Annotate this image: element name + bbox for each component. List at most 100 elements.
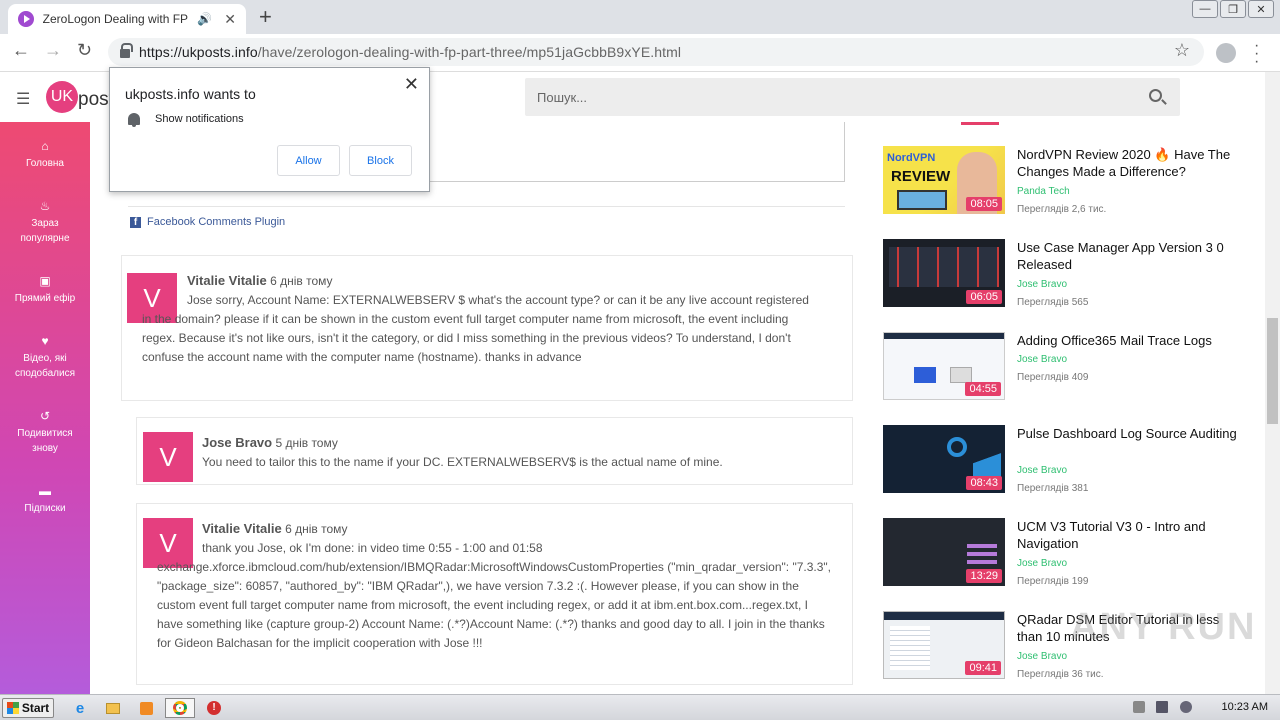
- video-title[interactable]: Adding Office365 Mail Trace Logs: [1017, 332, 1237, 349]
- close-window-button[interactable]: ✕: [1248, 0, 1274, 18]
- video-duration: 04:55: [965, 382, 1001, 396]
- video-views: Переглядів 199: [1017, 576, 1089, 587]
- video-views: Переглядів 381: [1017, 483, 1089, 494]
- sidebar-item-subscriptions[interactable]: ▬ Підписки: [0, 485, 90, 516]
- media-player-icon[interactable]: [134, 698, 158, 718]
- comment-author[interactable]: Vitalie Vitalie: [187, 273, 267, 288]
- comment-textarea[interactable]: [428, 122, 845, 182]
- close-tab-icon[interactable]: ✕: [224, 11, 236, 28]
- back-arrow-icon[interactable]: ←: [12, 40, 30, 61]
- tray-flag-icon[interactable]: [1133, 701, 1145, 713]
- restore-button[interactable]: ❐: [1220, 0, 1246, 18]
- video-thumbnail[interactable]: 09:41: [883, 611, 1005, 679]
- reload-icon[interactable]: ↻: [77, 40, 92, 61]
- sidebar: ⌂ Головна ♨ Зараз популярне ▣ Прямий ефі…: [0, 122, 90, 694]
- tray-volume-icon[interactable]: [1180, 701, 1192, 713]
- sidebar-item-label: Прямий ефір: [14, 293, 76, 304]
- bell-icon: [128, 113, 140, 127]
- explorer-icon[interactable]: [101, 698, 125, 718]
- start-button[interactable]: Start: [2, 698, 54, 718]
- comment-reply: V Vitalie Vitalie 6 днів тому thank you …: [136, 503, 853, 685]
- lock-icon[interactable]: [120, 43, 133, 58]
- video-views: Переглядів 409: [1017, 372, 1089, 383]
- start-label: Start: [21, 701, 50, 715]
- popup-close-icon[interactable]: ✕: [404, 74, 419, 95]
- sidebar-item-liked[interactable]: ♥ Відео, які сподобалися: [0, 335, 90, 381]
- allow-button[interactable]: Allow: [277, 145, 340, 176]
- video-thumbnail[interactable]: 08:43: [883, 425, 1005, 493]
- video-channel[interactable]: Jose Bravo: [1017, 558, 1067, 569]
- url-host: https://ukposts.info: [139, 44, 258, 60]
- comment-time: 5 днів тому: [275, 436, 338, 450]
- video-channel[interactable]: Jose Bravo: [1017, 651, 1067, 662]
- heart-icon: ♥: [41, 334, 49, 348]
- sidebar-item-home[interactable]: ⌂ Головна: [0, 140, 90, 171]
- history-icon: ↺: [39, 409, 51, 423]
- video-title[interactable]: Use Case Manager App Version 3 0 Release…: [1017, 239, 1237, 273]
- page-scrollbar[interactable]: [1265, 72, 1280, 694]
- clock[interactable]: 10:23 AM: [1222, 701, 1268, 713]
- popup-title: ukposts.info wants to: [125, 86, 256, 102]
- comment-author[interactable]: Vitalie Vitalie: [202, 521, 282, 536]
- video-channel[interactable]: Panda Tech: [1017, 186, 1070, 197]
- site-logo[interactable]: UK: [46, 81, 78, 113]
- bookmark-star-icon[interactable]: ☆: [1174, 40, 1190, 61]
- profile-avatar-icon[interactable]: [1216, 43, 1236, 63]
- new-tab-button[interactable]: +: [259, 4, 272, 30]
- avatar[interactable]: V: [143, 432, 193, 482]
- video-duration: 13:29: [966, 569, 1002, 583]
- tab-title: ZeroLogon Dealing with FP part: [42, 12, 190, 26]
- minimize-button[interactable]: —: [1192, 0, 1218, 18]
- video-thumbnail[interactable]: 04:55: [883, 332, 1005, 400]
- comment-time: 6 днів тому: [270, 274, 333, 288]
- url-field[interactable]: https://ukposts.info/have/zerologon-deal…: [108, 38, 1204, 66]
- browser-menu-icon[interactable]: · · ·: [1254, 38, 1259, 70]
- video-item[interactable]: 04:55 Adding Office365 Mail Trace Logs J…: [883, 332, 1243, 412]
- sidebar-item-label: Подивитися знову: [17, 428, 73, 454]
- ie-icon[interactable]: e: [68, 698, 92, 718]
- comment-reply: V Jose Bravo 5 днів тому You need to tai…: [136, 417, 853, 485]
- search-icon[interactable]: [1149, 89, 1162, 102]
- popup-message: Show notifications: [155, 113, 244, 125]
- video-thumbnail[interactable]: 13:29: [883, 518, 1005, 586]
- hamburger-menu-icon[interactable]: ☰: [16, 89, 30, 109]
- video-item[interactable]: 06:05 Use Case Manager App Version 3 0 R…: [883, 239, 1243, 319]
- url-path: /have/zerologon-dealing-with-fp-part-thr…: [257, 44, 682, 60]
- browser-tab[interactable]: ZeroLogon Dealing with FP part 🔊 ✕: [8, 4, 246, 34]
- home-icon: ⌂: [41, 139, 49, 153]
- sidebar-item-label: Відео, які сподобалися: [14, 353, 76, 379]
- video-item[interactable]: NordVPN REVIEW 08:05 NordVPN Review 2020…: [883, 146, 1243, 226]
- facebook-comments-plugin-link[interactable]: f Facebook Comments Plugin: [130, 216, 285, 228]
- video-thumbnail[interactable]: 06:05: [883, 239, 1005, 307]
- block-button[interactable]: Block: [349, 145, 412, 176]
- scrollbar-thumb[interactable]: [1267, 318, 1278, 424]
- video-title[interactable]: UCM V3 Tutorial V3 0 - Intro and Navigat…: [1017, 518, 1237, 552]
- video-channel[interactable]: Jose Bravo: [1017, 354, 1067, 365]
- comment-header: Vitalie Vitalie 6 днів тому: [202, 521, 348, 536]
- sidebar-item-history[interactable]: ↺ Подивитися знову: [0, 410, 90, 456]
- video-duration: 09:41: [965, 661, 1001, 675]
- tray-network-icon[interactable]: [1156, 701, 1168, 713]
- video-title[interactable]: Pulse Dashboard Log Source Auditing: [1017, 425, 1237, 442]
- speaker-icon[interactable]: 🔊: [197, 12, 212, 26]
- comment-author[interactable]: Jose Bravo: [202, 435, 272, 450]
- fb-plugin-label: Facebook Comments Plugin: [147, 216, 286, 228]
- sidebar-item-trending[interactable]: ♨ Зараз популярне: [0, 200, 90, 246]
- comment-text: thank you Jose, ok I'm done: in video ti…: [157, 541, 831, 650]
- comment-text: You need to tailor this to the name if y…: [202, 455, 723, 469]
- window-controls: — ❐ ✕: [1190, 0, 1274, 18]
- search-input[interactable]: Пошук...: [525, 78, 1180, 116]
- video-title[interactable]: NordVPN Review 2020 🔥 Have The Changes M…: [1017, 146, 1237, 180]
- comment-header: Jose Bravo 5 днів тому: [202, 435, 338, 450]
- video-channel[interactable]: Jose Bravo: [1017, 465, 1067, 476]
- chrome-taskbar-icon[interactable]: [165, 698, 195, 718]
- antivirus-icon[interactable]: !: [202, 698, 226, 718]
- video-thumbnail[interactable]: NordVPN REVIEW 08:05: [883, 146, 1005, 214]
- video-item[interactable]: 08:43 Pulse Dashboard Log Source Auditin…: [883, 425, 1243, 505]
- sidebar-item-label: Головна: [26, 158, 64, 169]
- forward-arrow-icon[interactable]: →: [44, 40, 62, 61]
- video-channel[interactable]: Jose Bravo: [1017, 279, 1067, 290]
- video-item[interactable]: 13:29 UCM V3 Tutorial V3 0 - Intro and N…: [883, 518, 1243, 598]
- sidebar-item-live[interactable]: ▣ Прямий ефір: [0, 275, 90, 306]
- sidebar-item-label: Зараз популярне: [20, 218, 70, 244]
